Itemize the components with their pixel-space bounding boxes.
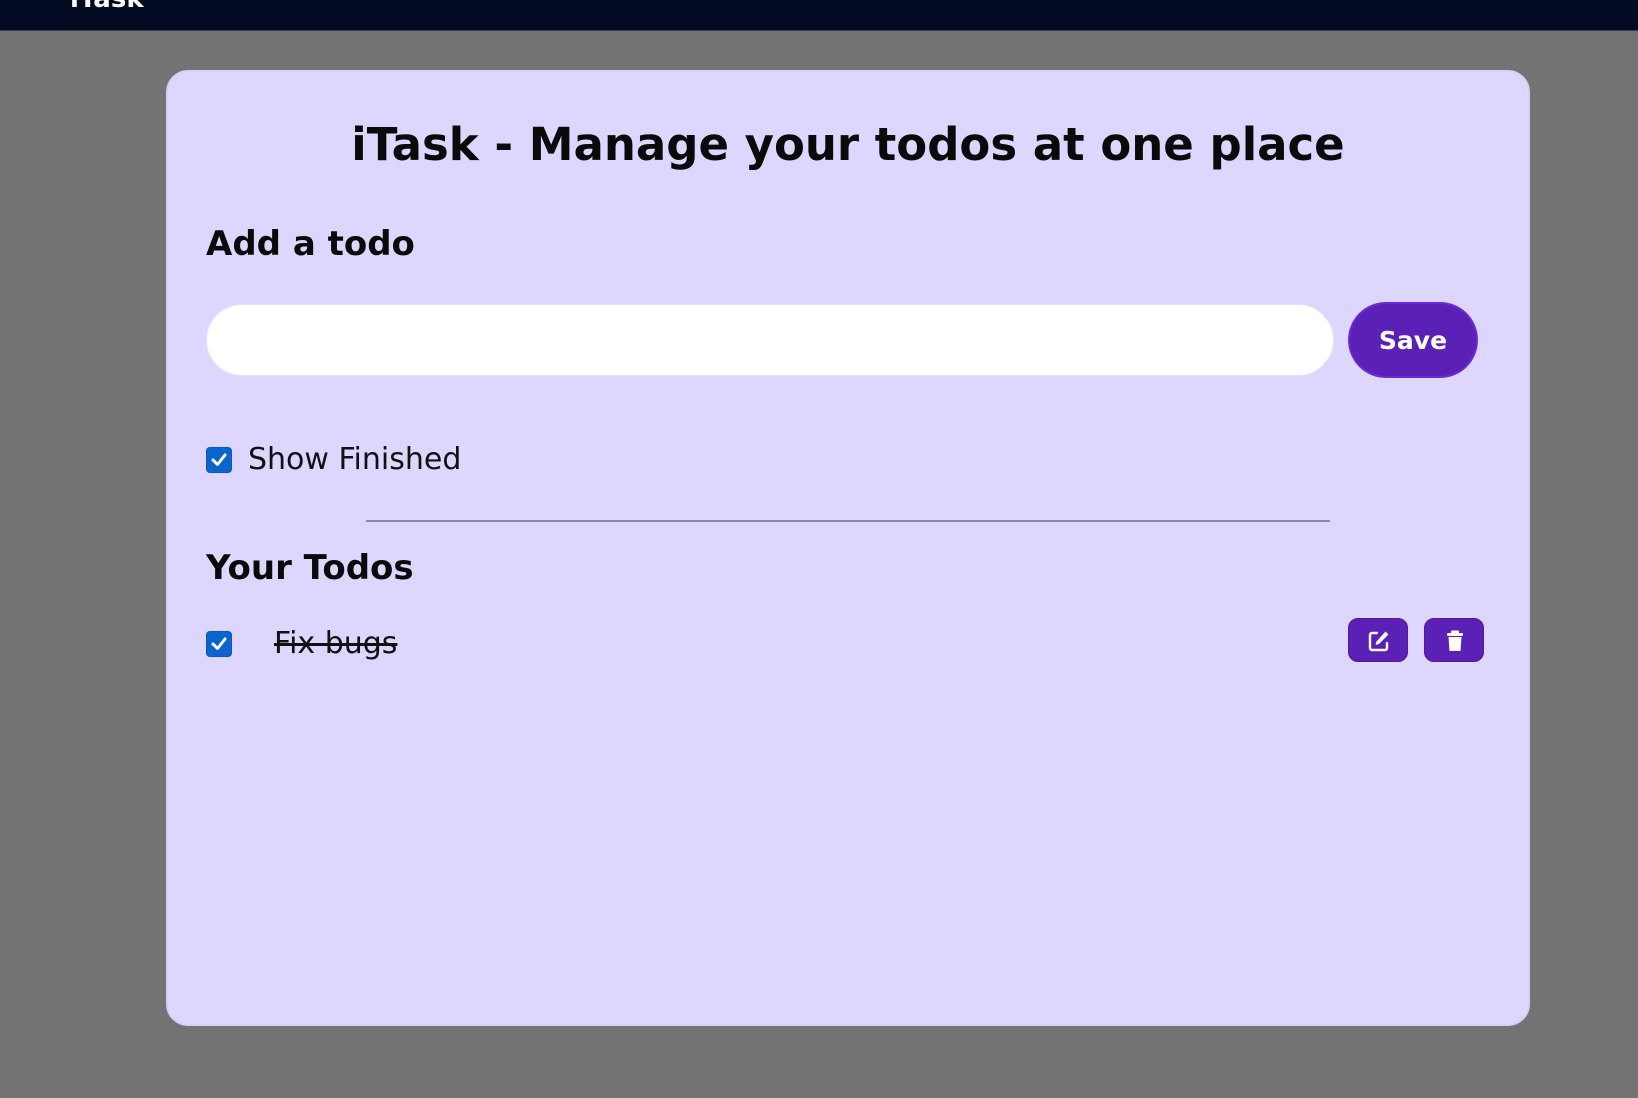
todo-card: iTask - Manage your todos at one place A…: [166, 70, 1530, 1026]
your-todos-heading: Your Todos: [206, 548, 414, 588]
add-todo-heading: Add a todo: [206, 224, 415, 264]
edit-button[interactable]: [1348, 618, 1408, 662]
checkmark-icon: [211, 637, 227, 650]
page-title: iTask - Manage your todos at one place: [351, 118, 1345, 171]
edit-icon: [1368, 631, 1389, 652]
todo-text: Fix bugs: [274, 626, 398, 661]
todo-complete-checkbox[interactable]: [206, 631, 232, 657]
delete-button[interactable]: [1424, 618, 1484, 662]
navbar: iTask: [0, 0, 1638, 31]
divider: [366, 520, 1330, 522]
show-finished-label[interactable]: Show Finished: [248, 442, 461, 478]
show-finished-checkbox[interactable]: [206, 447, 232, 473]
brand-logo[interactable]: iTask: [70, 0, 144, 12]
checkmark-icon: [211, 453, 227, 466]
trash-icon: [1447, 630, 1463, 651]
todo-input[interactable]: [206, 304, 1334, 376]
save-button[interactable]: Save: [1350, 304, 1476, 376]
